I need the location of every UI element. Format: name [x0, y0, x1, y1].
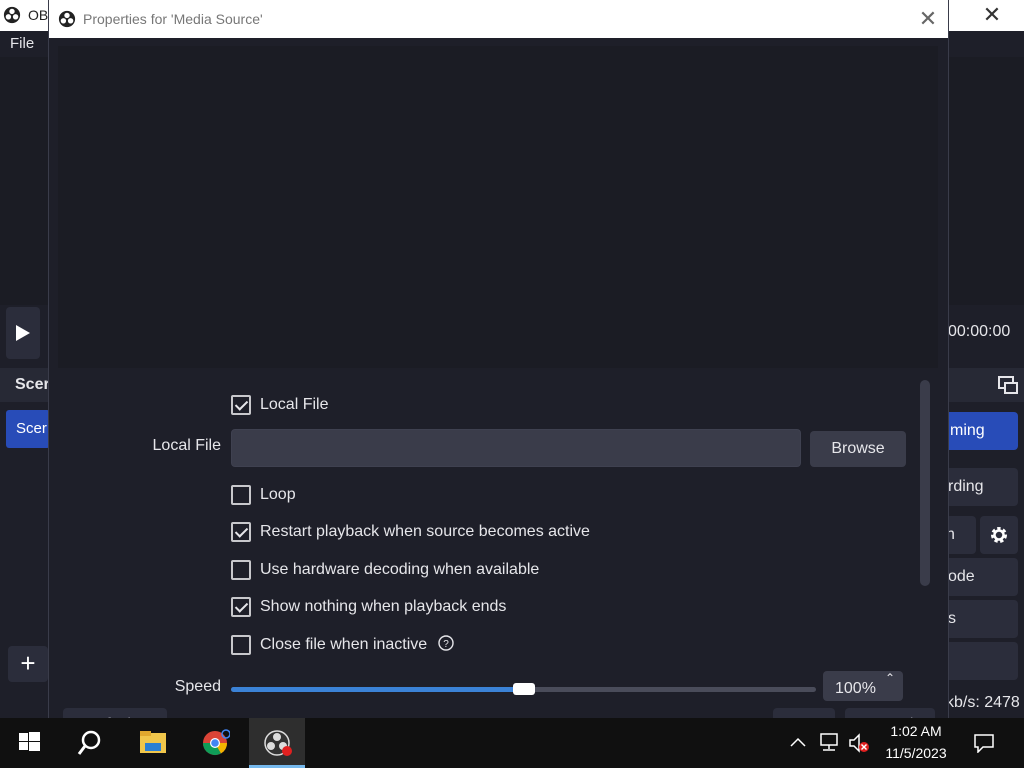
add-scene-button[interactable]: +	[8, 646, 48, 682]
properties-panel	[65, 374, 923, 718]
dialog-titlebar: Properties for 'Media Source' ✕	[49, 0, 948, 38]
help-icon[interactable]: ?	[438, 635, 454, 651]
obs-logo-icon	[58, 10, 76, 28]
search-icon	[77, 730, 101, 755]
file-explorer-icon	[140, 731, 166, 753]
close-file-inactive-label[interactable]: Close file when inactive	[260, 636, 427, 654]
restart-playback-checkbox[interactable]	[231, 522, 251, 542]
play-icon	[16, 325, 30, 341]
clock-time[interactable]: 1:02 AM	[876, 723, 956, 739]
scene-item-label: Scer	[16, 420, 47, 437]
loop-label[interactable]: Loop	[260, 486, 296, 504]
close-icon[interactable]: ✕	[915, 6, 941, 32]
local-file-checkbox-label[interactable]: Local File	[260, 396, 328, 414]
obs-window-title: OB	[28, 7, 49, 23]
close-file-inactive-checkbox[interactable]	[231, 635, 251, 655]
virtual-camera-settings-button[interactable]	[980, 516, 1018, 554]
source-preview	[58, 46, 938, 368]
time-display: 00:00:00	[948, 323, 1011, 340]
restart-playback-label[interactable]: Restart playback when source becomes act…	[260, 523, 590, 541]
dialog-title: Properties for 'Media Source'	[83, 11, 263, 27]
file-explorer-button[interactable]	[125, 718, 181, 768]
browse-button[interactable]: Browse	[810, 431, 906, 467]
volume-muted-icon[interactable]	[848, 733, 872, 753]
loop-checkbox[interactable]	[231, 485, 251, 505]
virtual-camera-button[interactable]: n	[944, 516, 976, 554]
play-button[interactable]	[6, 307, 40, 359]
start-recording-button[interactable]: rding	[944, 468, 1018, 506]
search-button[interactable]	[62, 718, 118, 768]
windows-start-icon	[19, 732, 40, 751]
speed-slider-fill	[231, 687, 524, 692]
speed-spinbox[interactable]: 100% ⌃	[823, 671, 903, 701]
obs-icon	[264, 730, 292, 756]
properties-scrollbar[interactable]	[920, 380, 930, 586]
speed-value: 100%	[835, 680, 876, 697]
speed-label: Speed	[174, 678, 221, 695]
settings-button[interactable]: s	[944, 600, 1018, 638]
show-nothing-label[interactable]: Show nothing when playback ends	[260, 598, 506, 616]
local-file-label: Local File	[152, 437, 221, 454]
svg-text:?: ?	[443, 639, 449, 650]
speed-slider-handle[interactable]	[512, 683, 535, 695]
network-icon[interactable]	[818, 733, 840, 751]
menu-file[interactable]: File	[10, 35, 34, 52]
start-streaming-button[interactable]: ming	[944, 412, 1018, 450]
hardware-decoding-label[interactable]: Use hardware decoding when available	[260, 561, 539, 579]
hardware-decoding-checkbox[interactable]	[231, 560, 251, 580]
scenes-title: Scer	[15, 376, 50, 393]
show-nothing-checkbox[interactable]	[231, 597, 251, 617]
chevron-up-icon[interactable]	[790, 736, 806, 748]
bitrate-status: kb/s: 2478	[946, 694, 1020, 711]
gear-icon	[991, 527, 1007, 543]
exit-button[interactable]	[944, 642, 1018, 680]
spin-up-icon[interactable]: ⌃	[883, 672, 897, 684]
studio-mode-button[interactable]: ode	[944, 558, 1018, 596]
local-file-path-input[interactable]	[231, 429, 801, 467]
local-file-checkbox[interactable]	[231, 395, 251, 415]
chrome-button[interactable]	[188, 718, 244, 768]
notifications-icon[interactable]	[973, 733, 995, 753]
clock-date[interactable]: 11/5/2023	[876, 745, 956, 761]
chrome-icon	[203, 729, 230, 756]
obs-close-icon[interactable]: ✕	[980, 3, 1004, 27]
obs-taskbar-button[interactable]	[249, 718, 305, 768]
obs-logo-icon	[3, 6, 21, 24]
start-button[interactable]	[2, 718, 58, 768]
undock-icon[interactable]	[998, 376, 1018, 394]
